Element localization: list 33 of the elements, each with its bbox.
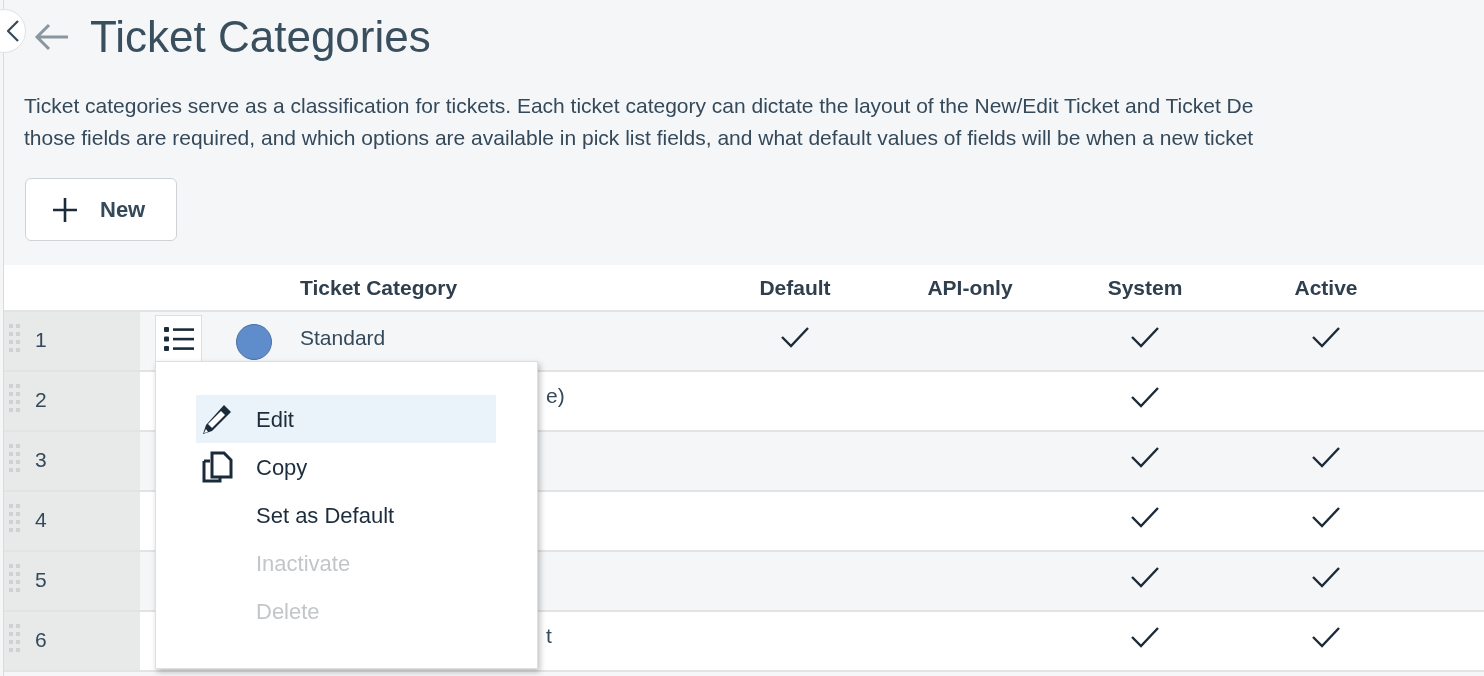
chevron-left-icon — [7, 20, 19, 42]
description-text: those fields are required, and which options are available in pick list fields, and what default values of fields will be when a new ticket — [24, 125, 1254, 151]
column-header: API-only — [927, 275, 1013, 299]
drag-handle-icon[interactable] — [9, 624, 21, 652]
category-name: e) — [545, 383, 566, 409]
row-number: 6 — [35, 627, 47, 653]
drag-handle-icon[interactable] — [9, 384, 21, 412]
menu-item[interactable]: Copy — [196, 443, 496, 491]
row-number: 2 — [35, 387, 47, 413]
drag-handle-icon[interactable] — [9, 444, 21, 472]
drag-handle-icon[interactable] — [9, 324, 21, 352]
menu-item[interactable]: Set as Default — [196, 491, 496, 539]
row-number: 4 — [35, 507, 47, 533]
row-menu-button[interactable] — [155, 315, 202, 362]
category-name: t — [545, 623, 553, 649]
column-header: Active — [1294, 275, 1358, 299]
copy-icon — [200, 450, 236, 484]
drag-handle-icon[interactable] — [9, 504, 21, 532]
description-text: Ticket categories serve as a classification for tickets. Each ticket category can dictate the layout of the New/Edit Ticket and Ticket De — [24, 93, 1254, 119]
page-title: Ticket Categories — [90, 11, 431, 63]
row-number: 1 — [35, 327, 47, 353]
column-header: Ticket Category — [300, 275, 458, 299]
back-arrow-icon[interactable] — [34, 23, 70, 51]
row-number: 3 — [35, 447, 47, 473]
column-header: Default — [759, 275, 831, 299]
category-name: Standard — [300, 325, 387, 351]
column-header: System — [1107, 275, 1183, 299]
new-button[interactable]: New — [25, 178, 177, 241]
drag-handle-icon[interactable] — [9, 564, 21, 592]
menu-item[interactable]: Edit — [196, 395, 496, 443]
list-icon — [162, 326, 195, 352]
row-number: 5 — [35, 567, 47, 593]
plus-icon — [52, 196, 78, 223]
